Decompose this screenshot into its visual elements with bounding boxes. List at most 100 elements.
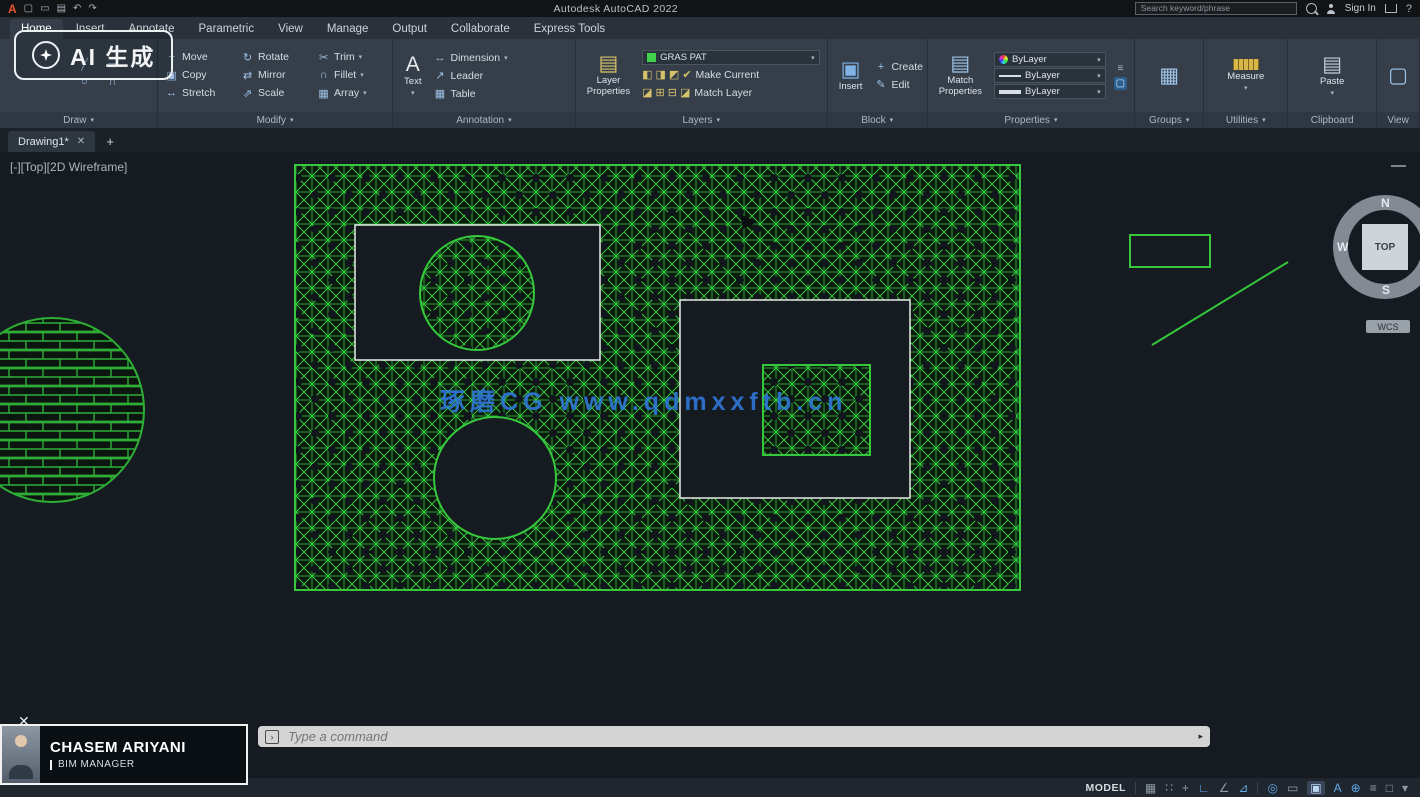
signin-button[interactable]: Sign In xyxy=(1345,3,1376,14)
scale-button[interactable]: ⇗Scale xyxy=(241,85,315,102)
dimension-button[interactable]: ↔Dimension▾ xyxy=(433,49,507,66)
annotation-scale-icon[interactable]: A xyxy=(1334,782,1342,794)
linetype-dropdown[interactable]: ByLayer ▾ xyxy=(994,68,1106,83)
redo-icon[interactable]: ↷ xyxy=(88,3,96,14)
lineweight-dropdown[interactable]: ByLayer ▾ xyxy=(994,84,1106,99)
properties-palette-icon[interactable]: ▢ xyxy=(1114,77,1127,90)
object-color-dropdown[interactable]: ByLayer ▾ xyxy=(994,52,1106,67)
panel-label-modify[interactable]: Modify▾ xyxy=(158,112,392,128)
brick-hatch-circle[interactable] xyxy=(0,318,144,502)
grid-icon[interactable]: ▦ xyxy=(1145,782,1156,794)
command-input[interactable] xyxy=(286,728,1191,745)
match-properties-button[interactable]: ▤ Match Properties xyxy=(935,52,986,99)
layer-thaw-icon[interactable]: ⊟ xyxy=(668,86,677,99)
undo-icon[interactable]: ↶ xyxy=(73,3,81,14)
fillet-button[interactable]: ∩Fillet▾ xyxy=(317,67,391,84)
diagonal-line[interactable] xyxy=(1152,262,1288,345)
create-block-button[interactable]: +Create xyxy=(874,58,923,75)
make-current-button[interactable]: ✔Make Current xyxy=(682,66,759,83)
leader-button[interactable]: ↗Leader xyxy=(433,67,507,84)
customization-icon[interactable]: ▾ xyxy=(1402,782,1408,794)
clean-screen-icon[interactable]: □ xyxy=(1386,782,1393,794)
divider xyxy=(1257,782,1258,794)
layer-lock-icon[interactable]: ◪ xyxy=(642,86,652,99)
panel-label-properties[interactable]: Properties▾ xyxy=(928,112,1134,128)
document-tab-bar: Drawing1* ✕ + xyxy=(0,128,1420,152)
help-search-input[interactable]: Search keyword/phrase xyxy=(1135,2,1297,15)
measure-icon xyxy=(1233,59,1259,70)
viewcube[interactable]: TOP N W S xyxy=(1333,195,1420,299)
viewcube-north[interactable]: N xyxy=(1381,196,1390,210)
snap-icon[interactable]: ∷ xyxy=(1165,782,1173,794)
tab-view[interactable]: View xyxy=(267,19,314,39)
app-logo-icon[interactable]: A xyxy=(8,2,17,16)
layer-dropdown[interactable]: GRAS PAT ▾ xyxy=(642,50,820,65)
model-space-button[interactable]: MODEL xyxy=(1085,782,1125,794)
selection-cycling-icon[interactable]: ▣ xyxy=(1307,781,1324,795)
panel-label-layers[interactable]: Layers▾ xyxy=(576,112,827,128)
tab-express-tools[interactable]: Express Tools xyxy=(523,19,616,39)
viewcube-face-top[interactable]: TOP xyxy=(1362,224,1408,270)
ortho-icon[interactable]: ∟ xyxy=(1198,782,1210,794)
measure-button[interactable]: Measure ▾ xyxy=(1223,58,1268,94)
panel-label-block[interactable]: Block▾ xyxy=(828,112,927,128)
help-icon[interactable]: ? xyxy=(1406,3,1412,15)
small-rect-outline[interactable] xyxy=(1130,235,1210,267)
trim-button[interactable]: ✂Trim▾ xyxy=(317,49,391,66)
mirror-button[interactable]: ⇄Mirror xyxy=(241,67,315,84)
tab-parametric[interactable]: Parametric xyxy=(188,19,266,39)
viewport-minimize-icon[interactable]: — xyxy=(1391,158,1406,173)
copy-button[interactable]: ▣Copy xyxy=(165,67,239,84)
layer-freeze-icon[interactable]: ◩ xyxy=(669,68,679,81)
polar-tracking-icon[interactable]: ∠ xyxy=(1219,782,1230,794)
new-file-icon[interactable]: ▢ xyxy=(24,3,33,14)
workspace-switching-icon[interactable]: ⊕ xyxy=(1351,782,1361,794)
dynamic-input-icon[interactable]: + xyxy=(1182,782,1189,794)
search-icon[interactable] xyxy=(1306,3,1317,14)
object-snap-icon[interactable]: ◎ xyxy=(1267,782,1277,794)
wcs-button[interactable]: WCS xyxy=(1366,320,1410,333)
app-store-icon[interactable] xyxy=(1385,4,1397,13)
layer-on-icon[interactable]: ⊞ xyxy=(656,86,665,99)
view-tool-button[interactable]: ▢ xyxy=(1384,64,1412,87)
stretch-button[interactable]: ↔Stretch xyxy=(165,85,239,102)
tab-manage[interactable]: Manage xyxy=(316,19,380,39)
close-tab-icon[interactable]: ✕ xyxy=(77,136,85,147)
edit-block-button[interactable]: ✎Edit xyxy=(874,76,923,93)
panel-label-draw[interactable]: Draw▾ xyxy=(0,112,157,128)
units-icon[interactable]: ≡ xyxy=(1370,782,1377,794)
isodraft-icon[interactable]: ⊿ xyxy=(1238,782,1248,794)
move-button[interactable]: +Move xyxy=(165,49,239,66)
array-button[interactable]: ▦Array▾ xyxy=(317,85,391,102)
new-drawing-tab-button[interactable]: + xyxy=(99,131,121,152)
panel-label-clipboard[interactable]: Clipboard xyxy=(1288,112,1376,128)
layer-isolate-icon[interactable]: ◨ xyxy=(656,68,666,81)
table-button[interactable]: ▦Table xyxy=(433,85,507,102)
tab-output[interactable]: Output xyxy=(381,19,438,39)
layer-properties-button[interactable]: ▤ Layer Properties xyxy=(583,52,634,99)
panel-label-annotation[interactable]: Annotation▾ xyxy=(393,112,575,128)
open-file-icon[interactable]: ▭ xyxy=(40,3,49,14)
insert-block-button[interactable]: ▣ Insert xyxy=(835,58,867,94)
layer-off-icon[interactable]: ◧ xyxy=(642,68,652,81)
rotate-button[interactable]: ↻Rotate xyxy=(241,49,315,66)
command-scroll-icon[interactable]: ▸ xyxy=(1198,731,1203,742)
panel-label-view[interactable]: View xyxy=(1377,112,1419,128)
properties-list-icon[interactable]: ≡ xyxy=(1115,62,1125,75)
viewport-controls[interactable]: [-][Top][2D Wireframe] xyxy=(10,160,127,174)
group-button[interactable]: ▦ xyxy=(1155,64,1183,87)
viewcube-west[interactable]: W xyxy=(1337,240,1348,254)
panel-label-utilities[interactable]: Utilities▾ xyxy=(1204,112,1287,128)
text-button[interactable]: A Text ▾ xyxy=(400,53,425,99)
paste-button[interactable]: ▤ Paste ▾ xyxy=(1316,53,1348,99)
tab-collaborate[interactable]: Collaborate xyxy=(440,19,521,39)
save-icon[interactable]: ▤ xyxy=(57,3,66,14)
drawing-canvas[interactable]: [-][Top][2D Wireframe] — 琢磨CG www.qdmxxf… xyxy=(0,152,1420,778)
viewcube-south[interactable]: S xyxy=(1382,283,1390,297)
panel-label-groups[interactable]: Groups▾ xyxy=(1135,112,1203,128)
lineweight-display-icon[interactable]: ▭ xyxy=(1287,782,1298,794)
island-circle-b[interactable] xyxy=(434,417,556,539)
command-line[interactable]: › ▸ xyxy=(258,726,1210,747)
drawing-tab[interactable]: Drawing1* ✕ xyxy=(8,131,95,152)
match-layer-button[interactable]: ◪Match Layer xyxy=(680,84,752,101)
